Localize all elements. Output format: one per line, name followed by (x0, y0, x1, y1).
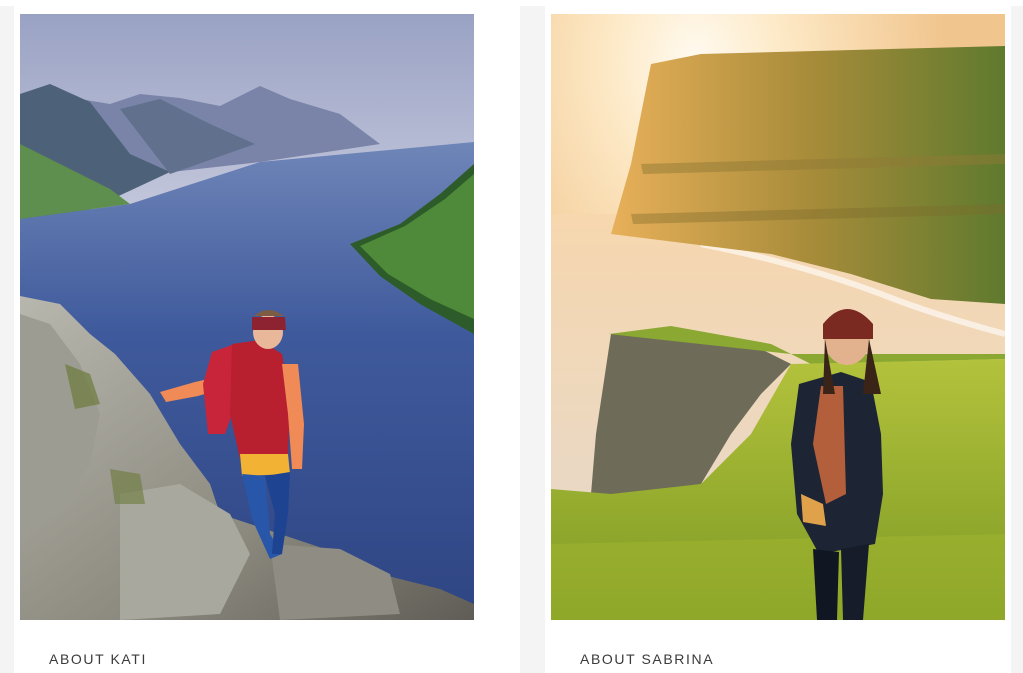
about-kati-heading[interactable]: ABOUT KATI (49, 651, 147, 667)
profile-card-sabrina[interactable]: ABOUT SABRINA (545, 6, 1011, 673)
fjord-hiker-image (20, 14, 474, 620)
about-sabrina-heading[interactable]: ABOUT SABRINA (580, 651, 714, 667)
sabrina-photo[interactable] (551, 14, 1005, 620)
kati-photo[interactable] (20, 14, 474, 620)
sunset-cliff-image (551, 14, 1005, 620)
profile-card-kati[interactable]: ABOUT KATI (14, 6, 520, 673)
